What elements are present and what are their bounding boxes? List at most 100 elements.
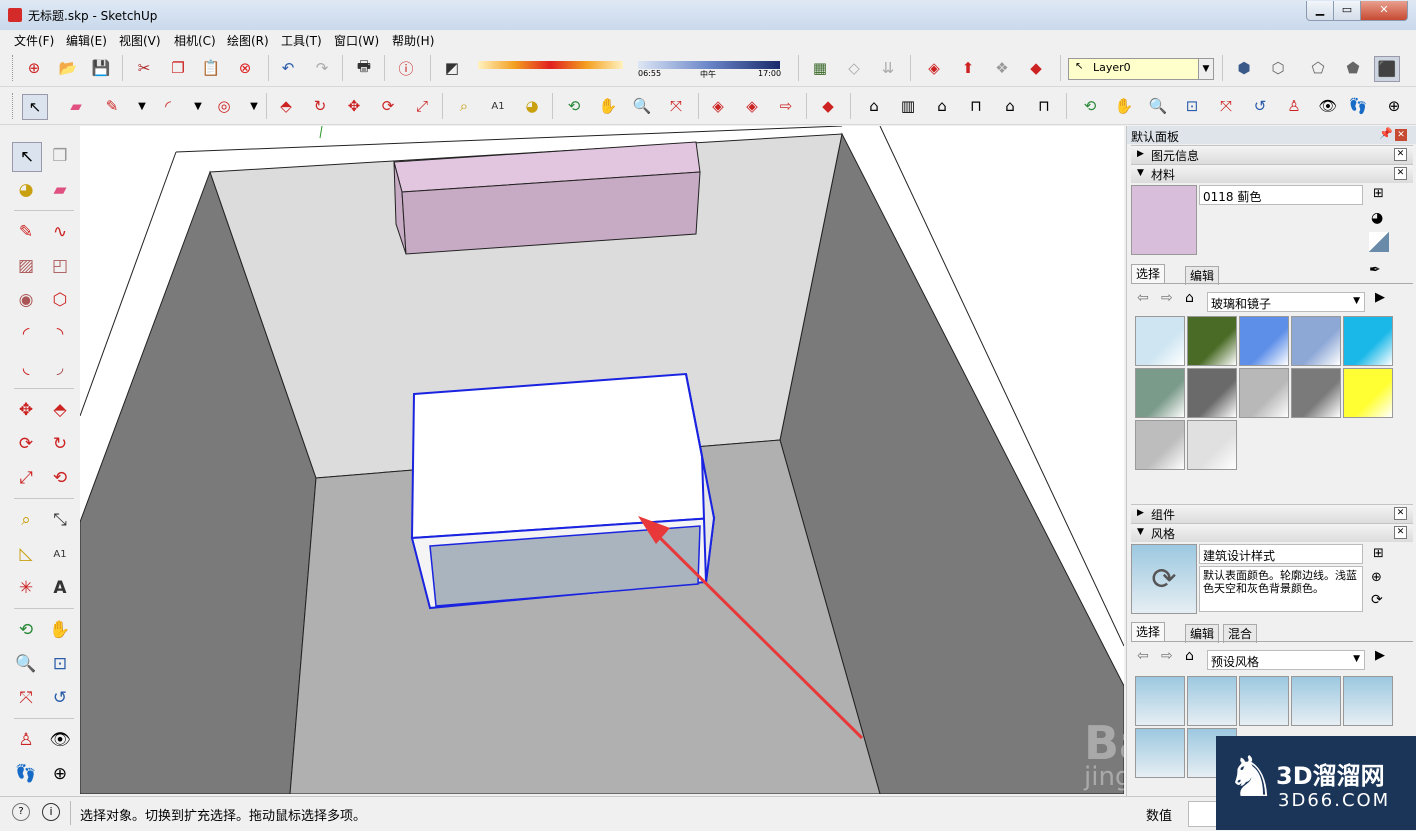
create-style-icon[interactable]: ⊞ — [1373, 546, 1384, 561]
wireframe-icon[interactable]: ⬡ — [1266, 56, 1290, 80]
material-swatch[interactable] — [1291, 316, 1341, 366]
axes-crosshair-icon[interactable]: ⊕ — [1382, 94, 1406, 118]
back-arrow-icon[interactable]: ⇦ — [1137, 290, 1149, 306]
menu-window[interactable]: 窗口(W) — [334, 32, 379, 49]
upload-model-icon[interactable]: ◈ — [740, 94, 764, 118]
push-pull-icon[interactable]: ⬘ — [274, 94, 298, 118]
geolocation-icon[interactable]: ? — [12, 803, 30, 821]
ruby-icon[interactable]: ◆ — [816, 94, 840, 118]
dimension-icon[interactable]: ⤡ — [46, 506, 74, 534]
back-view-icon[interactable]: ⌂ — [998, 94, 1022, 118]
tab-style-select[interactable]: 选择 — [1131, 622, 1166, 641]
open-folder-icon[interactable]: 📂 — [56, 56, 80, 80]
follow-me-icon[interactable]: ↻ — [308, 94, 332, 118]
update-style-icon[interactable]: ⊕ — [1371, 570, 1382, 585]
material-swatch[interactable] — [1291, 368, 1341, 418]
menu-edit[interactable]: 编辑(E) — [66, 32, 107, 49]
cut-icon[interactable]: ✂ — [132, 56, 156, 80]
previous-view-icon[interactable]: ↺ — [1248, 94, 1272, 118]
chevron-down-icon[interactable]: ▼ — [130, 94, 154, 118]
move-icon[interactable]: ✥ — [12, 396, 40, 424]
menu-camera[interactable]: 相机(C) — [174, 32, 216, 49]
material-swatch[interactable] — [1239, 316, 1289, 366]
right-view-icon[interactable]: ⊓ — [964, 94, 988, 118]
close-icon[interactable]: ✕ — [1394, 507, 1407, 520]
select-tool-icon[interactable]: ↖ — [12, 142, 42, 172]
look-around-icon[interactable]: 👁 — [1316, 94, 1340, 118]
circle-icon[interactable]: ◎ — [212, 94, 236, 118]
shadow-toggle-icon[interactable]: ◩ — [440, 56, 464, 80]
left-view-icon[interactable]: ⊓ — [1032, 94, 1056, 118]
pan-hand-icon[interactable]: ✋ — [1112, 94, 1136, 118]
details-arrow-icon[interactable]: ▶ — [1375, 648, 1385, 663]
pan-hand-icon[interactable]: ✋ — [596, 94, 620, 118]
rotate-icon[interactable]: ⟳ — [12, 430, 40, 458]
look-around-icon[interactable]: 👁 — [46, 726, 74, 754]
share-model-icon[interactable]: ⬆ — [956, 56, 980, 80]
tab-material-select[interactable]: 选择 — [1131, 264, 1166, 283]
model-info-icon[interactable]: ⓘ — [394, 56, 418, 80]
material-swatch[interactable] — [1187, 368, 1237, 418]
rotated-rectangle-icon[interactable]: ◰ — [46, 252, 74, 280]
style-name-field[interactable]: 建筑设计样式 — [1199, 544, 1363, 564]
material-swatch[interactable] — [1135, 316, 1185, 366]
zoom-extents-icon[interactable]: ⤧ — [12, 684, 40, 712]
entity-info-header[interactable]: ▶ 图元信息 ✕ — [1131, 145, 1413, 164]
close-button[interactable]: ✕ — [1360, 1, 1408, 21]
walk-icon[interactable]: 👣 — [12, 760, 40, 788]
orbit-icon[interactable]: ⟲ — [1078, 94, 1102, 118]
layer-dropdown[interactable]: ↖ Layer0 — [1068, 58, 1214, 80]
style-thumbnail[interactable] — [1291, 676, 1341, 726]
arc-icon[interactable]: ◜ — [12, 320, 40, 348]
menu-tools[interactable]: 工具(T) — [281, 32, 322, 49]
position-camera-icon[interactable]: ♙ — [12, 726, 40, 754]
style-thumbnail[interactable] — [1135, 728, 1185, 778]
section-plane-icon[interactable]: ⊕ — [46, 760, 74, 788]
measurements-input[interactable] — [1188, 801, 1218, 827]
eyedropper-icon[interactable]: ✒ — [1369, 262, 1381, 278]
style-thumbnail[interactable] — [1135, 676, 1185, 726]
shaded-textures-icon[interactable]: ⬛ — [1374, 56, 1400, 82]
select-tool-icon[interactable]: ↖ — [22, 94, 48, 120]
redo-icon[interactable]: ↷ — [310, 56, 334, 80]
materials-header[interactable]: ▼ 材料 ✕ — [1131, 164, 1413, 183]
xray-icon[interactable]: ⬢ — [1232, 56, 1256, 80]
shaded-icon[interactable]: ⬟ — [1341, 56, 1365, 80]
minimize-button[interactable]: ▁ — [1306, 1, 1334, 21]
polygon-icon[interactable]: ⬡ — [46, 286, 74, 314]
close-icon[interactable]: ✕ — [1394, 526, 1407, 539]
close-icon[interactable]: ✕ — [1394, 148, 1407, 161]
layer-dropdown-arrow[interactable]: ▼ — [1198, 58, 1214, 80]
orbit-icon[interactable]: ⟲ — [12, 616, 40, 644]
make-component-icon[interactable]: ❒ — [46, 142, 74, 170]
chevron-down-icon[interactable]: ▼ — [186, 94, 210, 118]
text-tool-icon[interactable]: A1 — [486, 94, 510, 118]
shadow-time-slider[interactable] — [638, 61, 780, 69]
3d-text-icon[interactable]: A — [46, 574, 74, 602]
export-icon[interactable]: ⇨ — [774, 94, 798, 118]
section-plane-icon[interactable]: ▦ — [808, 56, 832, 80]
follow-me-icon[interactable]: ↻ — [46, 430, 74, 458]
paint-bucket-icon[interactable]: ◕ — [1371, 210, 1383, 226]
eraser-icon[interactable]: ▰ — [64, 94, 88, 118]
iso-view-icon[interactable]: ⌂ — [862, 94, 886, 118]
top-view-icon[interactable]: ▥ — [896, 94, 920, 118]
eraser-icon[interactable]: ▰ — [46, 176, 74, 204]
sample-paint-icon[interactable] — [1369, 232, 1389, 252]
rectangle-icon[interactable]: ▨ — [12, 252, 40, 280]
zoom-icon[interactable]: 🔍 — [1146, 94, 1170, 118]
previous-view-icon[interactable]: ↺ — [46, 684, 74, 712]
maximize-button[interactable]: ▭ — [1333, 1, 1361, 21]
material-library-select[interactable]: 玻璃和镜子 ▼ — [1207, 292, 1365, 312]
two-point-arc-icon[interactable]: ◝ — [46, 320, 74, 348]
warehouse-icon[interactable]: ◈ — [922, 56, 946, 80]
forward-arrow-icon[interactable]: ⇨ — [1161, 648, 1173, 664]
home-icon[interactable]: ⌂ — [1185, 648, 1194, 664]
copy-icon[interactable]: ❐ — [166, 56, 190, 80]
zoom-extents-icon[interactable]: ⤧ — [664, 94, 688, 118]
section-display-icon[interactable]: ◇ — [842, 56, 866, 80]
circle-icon[interactable]: ◉ — [12, 286, 40, 314]
chevron-down-icon[interactable]: ▼ — [242, 94, 266, 118]
material-name-field[interactable]: 0118 蓟色 — [1199, 185, 1363, 205]
refresh-icon[interactable]: ⟳ — [1371, 592, 1383, 608]
